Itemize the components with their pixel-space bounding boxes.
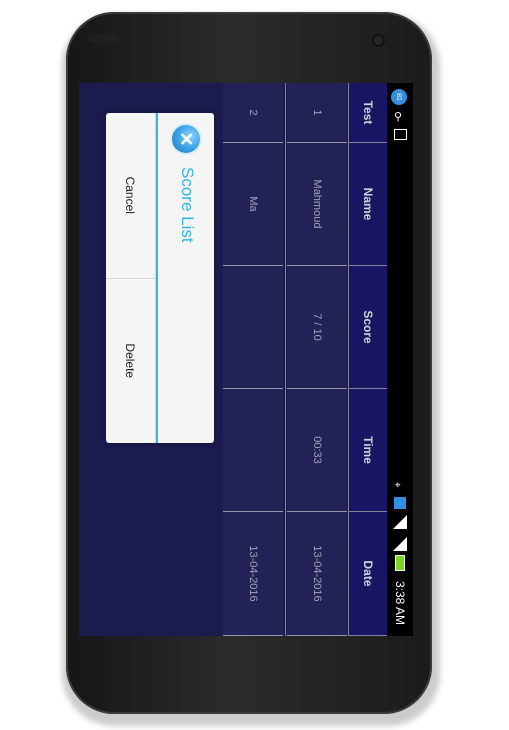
network-type-icon xyxy=(394,497,406,509)
battery-icon xyxy=(395,555,405,571)
notification-badge-icon: 81 xyxy=(391,89,407,105)
dialog-title: Score List xyxy=(178,167,197,243)
image-notification-icon xyxy=(394,129,407,140)
dialog-button-bar: Cancel Delete xyxy=(106,113,156,443)
location-icon: ⌖ xyxy=(395,480,401,491)
speaker-grille xyxy=(88,34,118,43)
notification-badge-count: 81 xyxy=(395,93,403,101)
dialog-title-divider xyxy=(156,113,158,443)
signal-icon xyxy=(393,515,407,529)
status-time: 3:38 AM xyxy=(393,580,407,626)
score-list-dialog: ✕ Score List Cancel Delete xyxy=(106,113,214,443)
dialog-title-bar: ✕ Score List xyxy=(156,113,214,443)
cancel-button[interactable]: Cancel xyxy=(106,113,156,278)
front-camera xyxy=(372,34,385,47)
status-bar: 81 ⚲ ⌖ 3:38 AM xyxy=(387,83,413,636)
close-icon[interactable]: ✕ xyxy=(172,125,200,153)
delete-button[interactable]: Delete xyxy=(106,277,156,443)
usb-icon: ⚲ xyxy=(394,111,403,123)
signal-strength-icon xyxy=(393,537,407,551)
